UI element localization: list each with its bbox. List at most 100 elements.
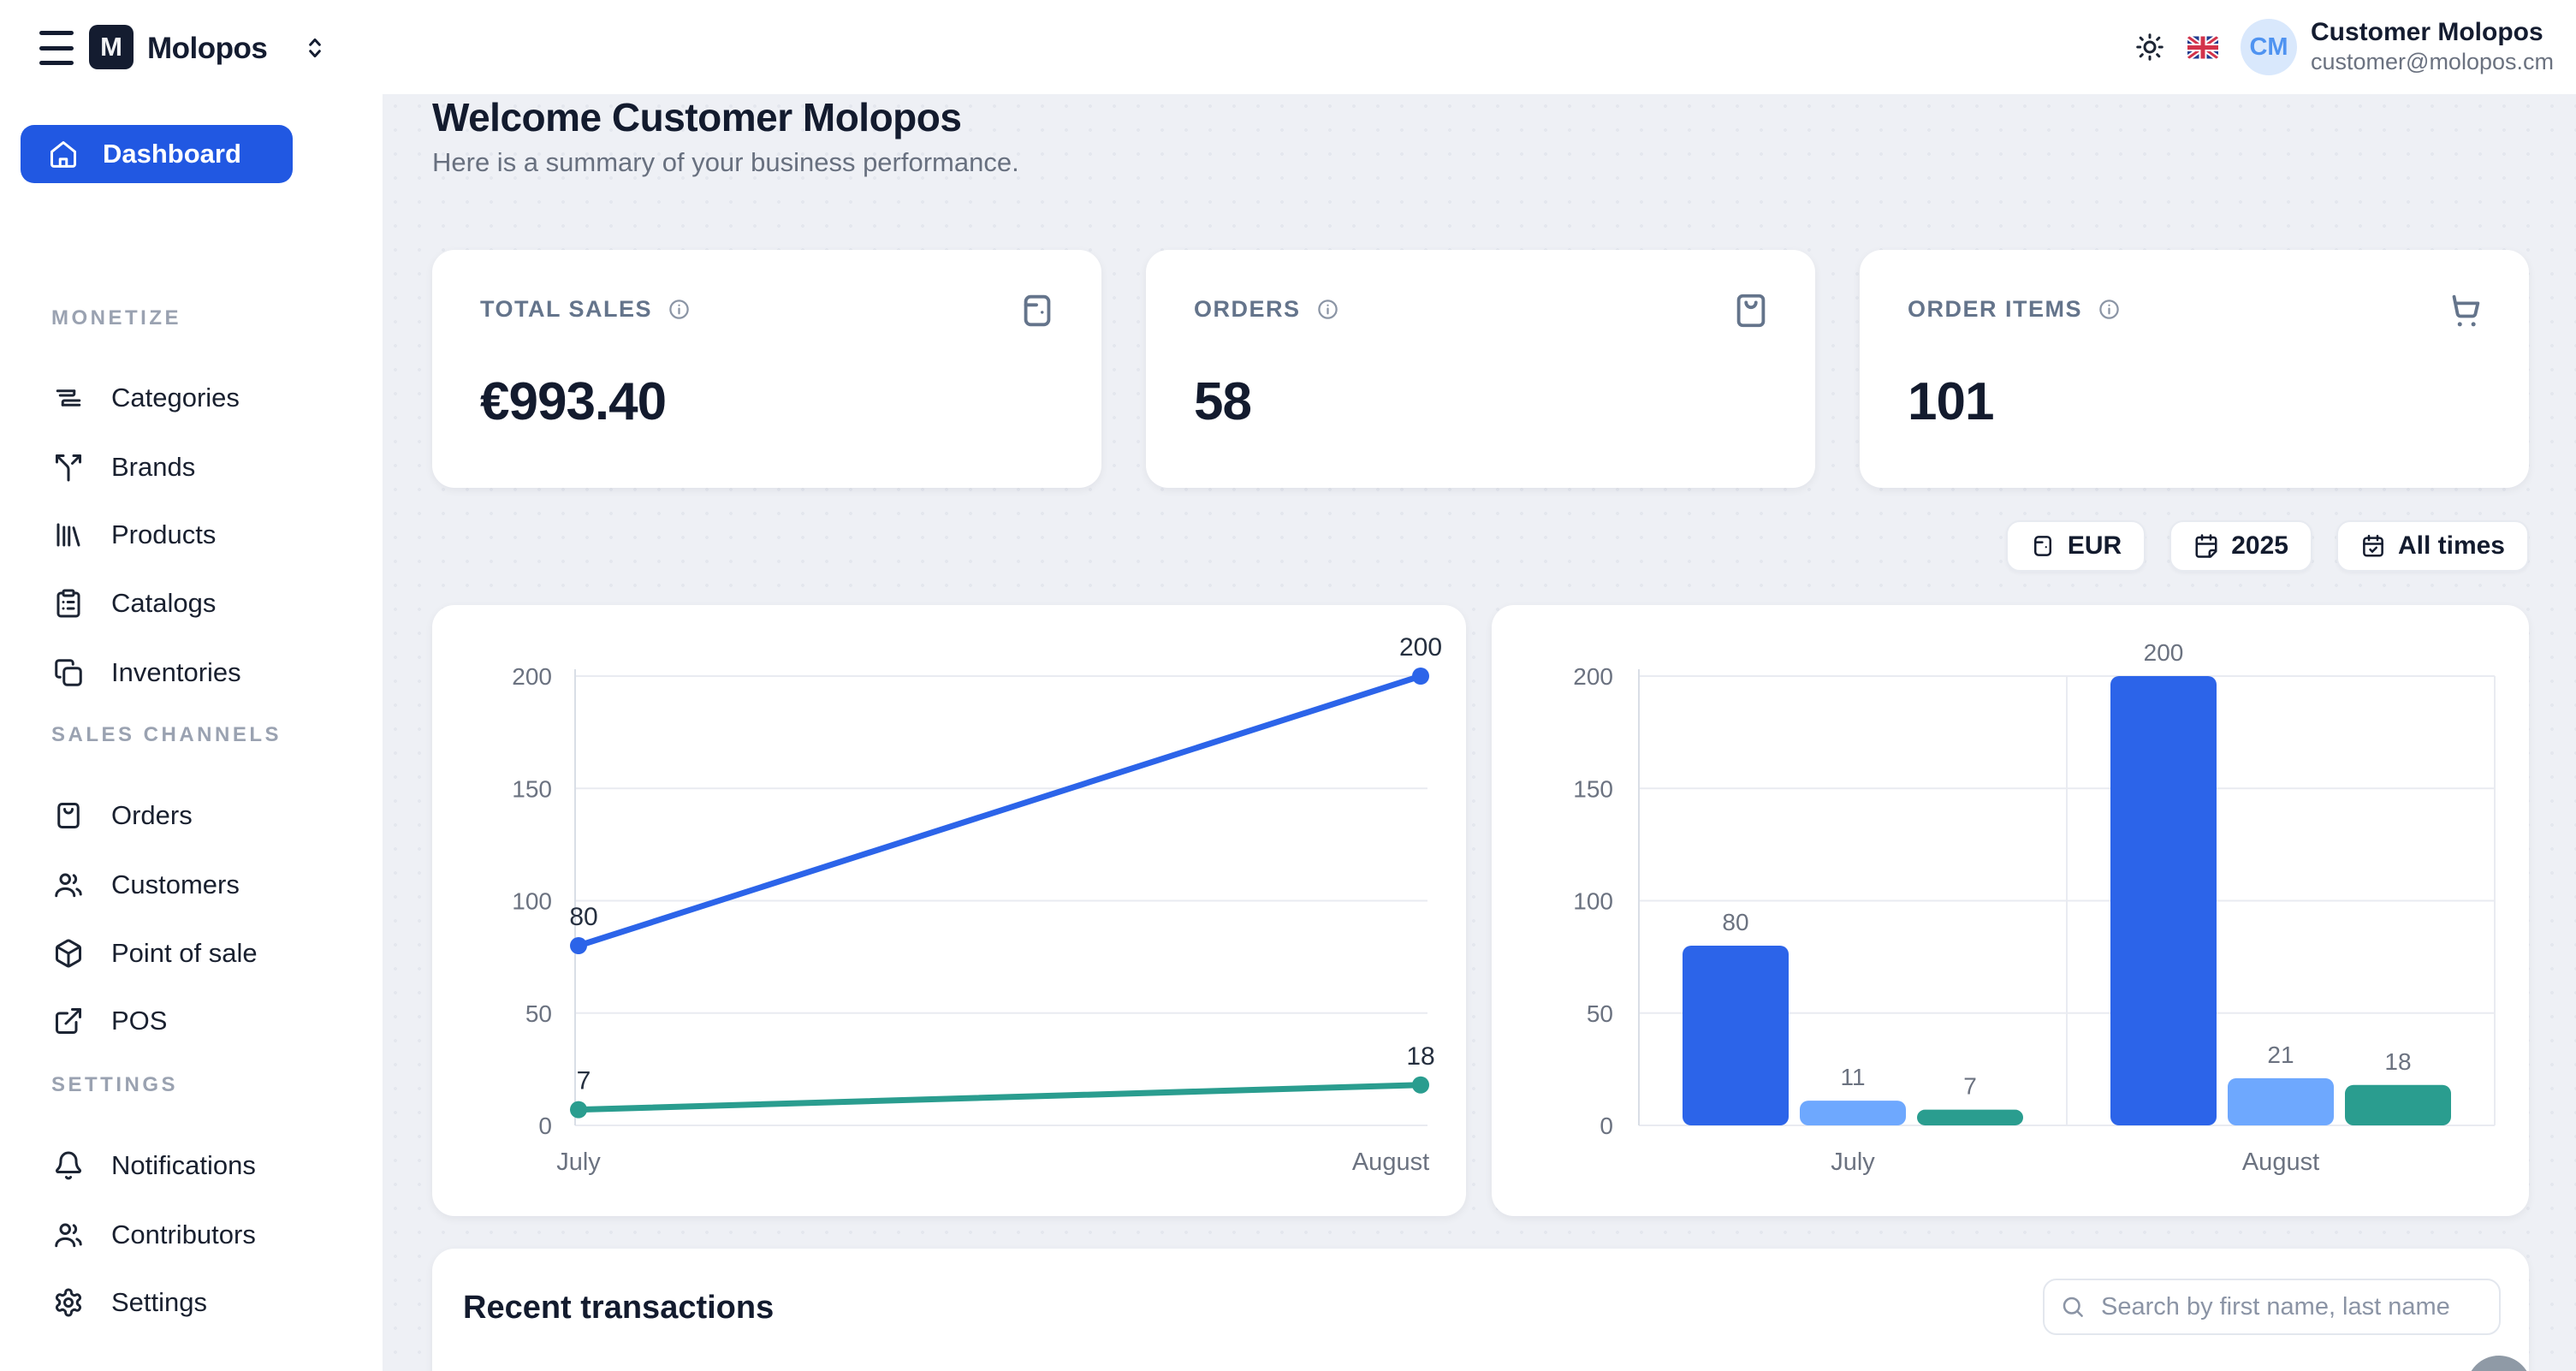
user-info: Customer Molopos customer@molopos.cm <box>2311 17 2554 77</box>
external-link-icon <box>53 1006 84 1036</box>
sidebar-item-catalogs[interactable]: Catalogs <box>0 578 383 629</box>
sidebar-section-sales-channels: SALES CHANNELS <box>51 723 282 747</box>
language-button[interactable] <box>2187 36 2218 59</box>
filters-row: EUR 2025 All times <box>2006 520 2529 572</box>
total-sales-card: TOTAL SALES €993.40 <box>432 250 1101 488</box>
sidebar-section-monetize: MONETIZE <box>51 306 181 330</box>
user-menu[interactable]: CM Customer Molopos customer@molopos.cm <box>2241 17 2554 77</box>
brand-logo-letter: M <box>100 32 122 62</box>
shopping-cart-icon <box>2445 291 2484 330</box>
sales-bar-chart-card: 050100150200July80117August2002118 <box>1492 605 2529 1216</box>
svg-text:21: 21 <box>2267 1042 2294 1068</box>
year-filter-button[interactable]: 2025 <box>2169 520 2312 572</box>
filter-label: 2025 <box>2231 531 2288 561</box>
svg-text:July: July <box>1831 1148 1875 1176</box>
orders-card: ORDERS 58 <box>1146 250 1815 488</box>
users-icon <box>53 869 84 900</box>
sidebar-item-settings[interactable]: Settings <box>0 1277 383 1328</box>
calendar-icon <box>2193 533 2219 559</box>
svg-text:80: 80 <box>569 903 597 931</box>
sidebar-item-products[interactable]: Products <box>0 509 383 561</box>
split-arrow-icon <box>53 452 84 483</box>
menu-toggle-button[interactable] <box>39 31 77 65</box>
filter-label: All times <box>2398 531 2505 561</box>
svg-text:150: 150 <box>1573 775 1613 802</box>
sales-bar-chart: 050100150200July80117August2002118 <box>1492 605 2529 1216</box>
sidebar-item-brands[interactable]: Brands <box>0 442 383 493</box>
avatar: CM <box>2241 19 2297 75</box>
recent-transactions-card: Recent transactions <box>432 1249 2529 1371</box>
stat-label: TOTAL SALES <box>480 296 652 323</box>
svg-text:200: 200 <box>1573 663 1613 690</box>
sidebar-item-customers[interactable]: Customers <box>0 859 383 911</box>
wallet-icon <box>2030 533 2056 559</box>
svg-text:August: August <box>2242 1148 2319 1176</box>
search-input[interactable] <box>2043 1279 2501 1335</box>
svg-text:50: 50 <box>525 1000 552 1027</box>
info-icon[interactable] <box>1316 298 1339 321</box>
svg-text:100: 100 <box>512 888 552 915</box>
uk-flag-icon <box>2187 36 2218 59</box>
search-wrap <box>2043 1279 2501 1335</box>
svg-text:200: 200 <box>2144 639 2184 666</box>
sidebar-section-settings: SETTINGS <box>51 1073 178 1097</box>
stat-label: ORDER ITEMS <box>1908 296 2082 323</box>
sidebar-item-inventories[interactable]: Inventories <box>0 647 383 698</box>
categories-icon <box>53 383 84 413</box>
svg-text:11: 11 <box>1840 1064 1865 1090</box>
sidebar-item-pos[interactable]: POS <box>0 995 383 1047</box>
sidebar-item-contributors[interactable]: Contributors <box>0 1209 383 1261</box>
top-right-cluster: CM Customer Molopos customer@molopos.cm <box>2134 0 2554 94</box>
recent-transactions-title: Recent transactions <box>463 1290 774 1326</box>
stat-cards-row: TOTAL SALES €993.40 ORDERS 58 ORDER ITEM… <box>432 250 2529 488</box>
stat-card-header: TOTAL SALES <box>480 296 1054 323</box>
user-name: Customer Molopos <box>2311 17 2554 48</box>
stat-value: 101 <box>1908 371 1993 432</box>
gear-icon <box>53 1287 84 1318</box>
top-bar: M Molopos CM <box>0 0 2576 94</box>
sidebar-item-categories[interactable]: Categories <box>0 372 383 424</box>
stat-card-header: ORDER ITEMS <box>1908 296 2481 323</box>
user-email: customer@molopos.cm <box>2311 48 2554 77</box>
brand-name: Molopos <box>147 32 267 66</box>
menu-icon <box>39 31 74 35</box>
library-icon <box>53 519 84 550</box>
page-title: Welcome Customer Molopos <box>432 94 961 140</box>
sidebar-item-point-of-sale[interactable]: Point of sale <box>0 928 383 979</box>
page-subtitle: Here is a summary of your business perfo… <box>432 147 1019 178</box>
charts-row: 050100150200JulyAugust80200718 050100150… <box>432 605 2529 1216</box>
svg-text:0: 0 <box>538 1113 552 1139</box>
shopping-bag-icon <box>1731 291 1771 330</box>
period-filter-button[interactable]: All times <box>2336 520 2529 572</box>
stat-value: 58 <box>1194 371 1251 432</box>
theme-toggle-button[interactable] <box>2134 32 2165 62</box>
sidebar: Dashboard MONETIZE Categories Brands Pro… <box>0 94 383 1371</box>
sidebar-item-orders[interactable]: Orders <box>0 790 383 841</box>
sidebar-item-notifications[interactable]: Notifications <box>0 1140 383 1191</box>
svg-text:July: July <box>556 1148 601 1176</box>
bell-icon <box>53 1150 84 1181</box>
svg-text:50: 50 <box>1587 1000 1613 1027</box>
sales-line-chart-card: 050100150200JulyAugust80200718 <box>432 605 1466 1216</box>
avatar-initials: CM <box>2249 33 2288 62</box>
molopos-dashboard-app: M Molopos CM <box>0 0 2576 1371</box>
calendar-check-icon <box>2360 533 2386 559</box>
info-icon[interactable] <box>2098 298 2121 321</box>
currency-filter-button[interactable]: EUR <box>2006 520 2146 572</box>
sidebar-item-dashboard[interactable]: Dashboard <box>21 125 293 183</box>
svg-text:150: 150 <box>512 775 552 802</box>
home-icon <box>48 139 79 169</box>
svg-text:100: 100 <box>1573 888 1613 915</box>
svg-text:200: 200 <box>1399 633 1442 662</box>
svg-text:August: August <box>1352 1148 1429 1176</box>
chevrons-up-down-icon[interactable] <box>301 34 329 62</box>
svg-text:7: 7 <box>577 1067 591 1095</box>
svg-text:7: 7 <box>1963 1073 1977 1100</box>
info-icon[interactable] <box>668 298 691 321</box>
brand-logo[interactable]: M <box>89 25 134 69</box>
copy-icon <box>53 657 84 688</box>
svg-text:18: 18 <box>2384 1048 2411 1075</box>
shopping-bag-icon <box>53 800 84 831</box>
sidebar-item-label: Dashboard <box>103 139 241 169</box>
svg-text:18: 18 <box>1406 1042 1434 1071</box>
